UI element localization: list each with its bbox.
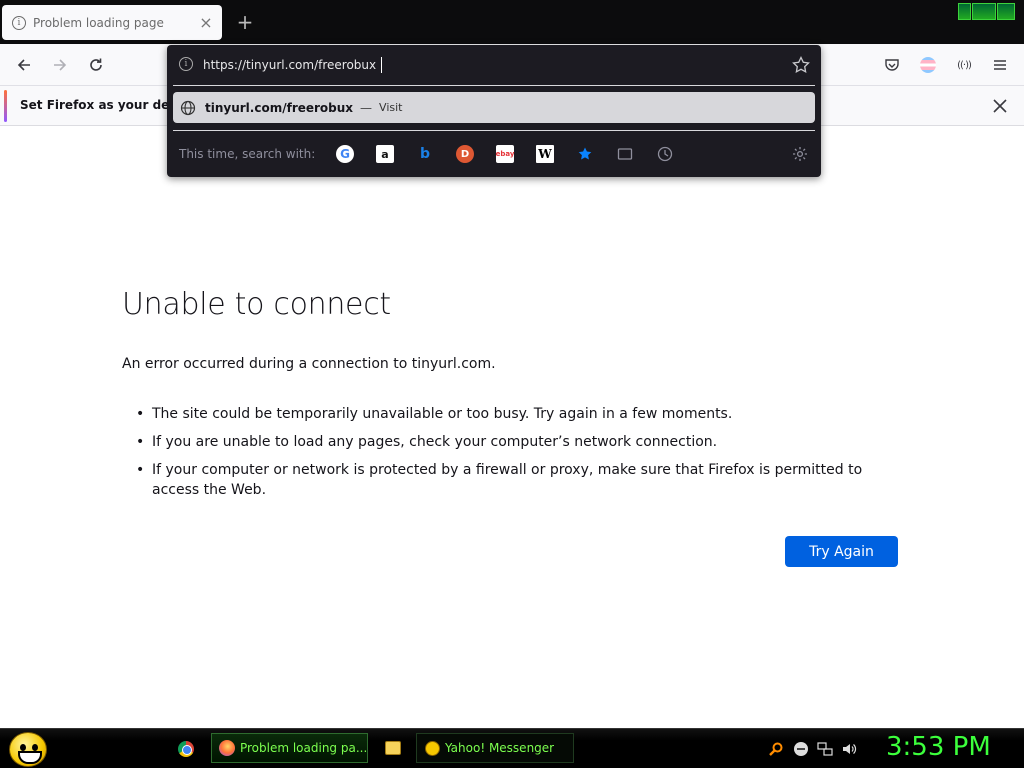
divider <box>173 85 815 86</box>
plus-icon[interactable]: + <box>236 11 254 33</box>
bookmarks-star-icon[interactable] <box>576 145 594 163</box>
maximize-button[interactable] <box>972 3 996 20</box>
history-clock-icon[interactable] <box>656 145 674 163</box>
reload-icon[interactable] <box>83 52 109 78</box>
taskbar-item-yahoo-messenger[interactable]: Yahoo! Messenger <box>416 733 574 763</box>
minimize-button[interactable] <box>958 3 971 20</box>
urlbar-dropdown: i tinyurl.com/freerobux — Visit This tim… <box>167 45 821 177</box>
network-icon[interactable] <box>817 741 833 757</box>
volume-icon[interactable] <box>841 741 857 757</box>
bookmark-star-icon[interactable] <box>791 55 811 75</box>
hamburger-menu-icon[interactable] <box>987 52 1013 78</box>
error-title: Unable to connect <box>122 287 391 322</box>
globe-icon <box>180 100 196 115</box>
tab-title: Problem loading page <box>33 15 164 30</box>
gear-icon[interactable] <box>791 145 809 163</box>
taskbar-item-label: Yahoo! Messenger <box>445 741 555 755</box>
try-again-button[interactable]: Try Again <box>785 536 898 567</box>
arrow-left-icon[interactable] <box>11 52 37 78</box>
url-suggestion-row[interactable]: tinyurl.com/freerobux — Visit <box>173 92 815 123</box>
duckduckgo-icon[interactable]: D <box>456 145 474 163</box>
list-item: If you are unable to load any pages, che… <box>136 432 896 452</box>
arrow-right-icon[interactable] <box>47 52 73 78</box>
taskbar-clock[interactable]: 3:53 PM <box>886 732 991 762</box>
tab-strip: i Problem loading page × + <box>0 0 1024 44</box>
suggestion-separator: — <box>360 100 373 115</box>
info-icon[interactable]: i <box>179 57 193 71</box>
close-icon[interactable] <box>990 96 1010 116</box>
suggestion-url: tinyurl.com/freerobux <box>205 100 354 115</box>
wikipedia-icon[interactable]: W <box>536 145 554 163</box>
bing-icon[interactable]: b <box>416 145 434 163</box>
amazon-icon[interactable]: a <box>376 145 394 163</box>
tab-problem-loading-page[interactable]: i Problem loading page × <box>2 5 222 40</box>
taskbar-item-label: Problem loading pa... <box>239 741 367 755</box>
close-icon[interactable]: × <box>198 13 214 32</box>
url-input[interactable] <box>203 54 783 76</box>
search-engine-row: This time, search with: G a b D ebay W <box>167 137 821 171</box>
folder-icon[interactable] <box>385 741 401 755</box>
divider <box>173 130 815 131</box>
urlbar: i <box>167 45 821 85</box>
account-avatar-icon[interactable] <box>915 52 941 78</box>
list-item: If your computer or network is protected… <box>136 460 896 500</box>
google-icon[interactable]: G <box>336 145 354 163</box>
error-suggestions: The site could be temporarily unavailabl… <box>136 404 896 508</box>
search-icon[interactable] <box>768 741 784 757</box>
desktop: i Problem loading page × + ((·)) Set Fir… <box>0 0 1024 768</box>
start-button-smiley-icon[interactable] <box>9 732 47 767</box>
search-with-label: This time, search with: <box>179 147 316 161</box>
suggestion-action: Visit <box>379 101 403 114</box>
tabs-icon[interactable] <box>616 145 634 163</box>
error-description: An error occurred during a connection to… <box>122 356 496 372</box>
chrome-icon[interactable] <box>178 741 194 757</box>
notification-accent <box>4 90 7 122</box>
yahoo-messenger-icon <box>425 740 440 756</box>
pocket-icon[interactable] <box>879 52 905 78</box>
text-caret <box>381 57 382 73</box>
firefox-icon <box>219 740 235 756</box>
ebay-icon[interactable]: ebay <box>496 145 514 163</box>
status-minus-icon[interactable] <box>793 741 809 757</box>
close-window-button[interactable] <box>997 3 1015 20</box>
extension-icon[interactable]: ((·)) <box>951 52 977 78</box>
list-item: The site could be temporarily unavailabl… <box>136 404 896 424</box>
taskbar: Problem loading pa... Yahoo! Messenger 3… <box>0 728 1024 768</box>
info-icon: i <box>12 15 26 30</box>
taskbar-item-firefox[interactable]: Problem loading pa... <box>211 733 368 763</box>
